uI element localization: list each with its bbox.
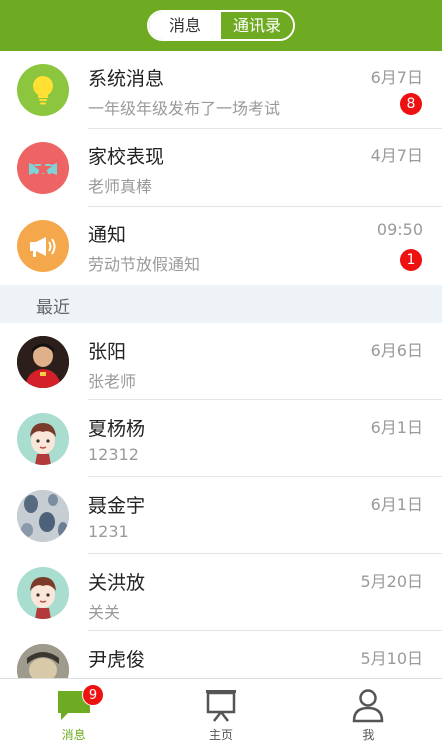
contact-name: 关洪放	[88, 572, 146, 594]
contact-name: 尹虎俊	[88, 649, 146, 671]
list-item-contact[interactable]: 夏杨杨 12312 6月1日	[0, 400, 442, 477]
lightbulb-icon	[17, 64, 69, 116]
pattern-avatar	[17, 490, 69, 542]
bottom-tab-bar: 9 消息 主页 我	[0, 678, 442, 751]
presentation-board-icon	[201, 687, 241, 723]
contact-time: 6月6日	[370, 341, 423, 360]
item-title: 家校表现	[88, 146, 165, 168]
contact-preview: 1231	[88, 522, 129, 541]
tab-home-nav[interactable]: 主页	[147, 679, 294, 751]
list-item-system-messages[interactable]: 系统消息 一年级年级发布了一场考试 6月7日 8	[0, 51, 442, 129]
item-time: 6月7日	[370, 68, 423, 87]
unread-badge: 1	[400, 249, 422, 271]
item-title: 系统消息	[88, 68, 165, 90]
section-label: 最近	[36, 298, 70, 318]
cartoon-boy-avatar	[17, 567, 69, 619]
contact-preview: 关关	[88, 603, 121, 622]
item-preview: 老师真棒	[88, 177, 153, 196]
conversation-list: 系统消息 一年级年级发布了一场考试 6月7日 8 家校表现 老师真棒 4月7日	[0, 51, 442, 678]
item-preview: 劳动节放假通知	[88, 255, 201, 274]
item-preview: 一年级年级发布了一场考试	[88, 99, 281, 118]
contact-time: 6月1日	[370, 418, 423, 437]
item-title: 通知	[88, 224, 127, 246]
photo-avatar	[17, 644, 69, 678]
tab-label: 主页	[208, 728, 233, 742]
tab-unread-badge: 9	[82, 684, 104, 706]
contact-name: 夏杨杨	[88, 418, 146, 440]
tab-contacts[interactable]: 通讯录	[221, 12, 293, 39]
photo-avatar	[17, 336, 69, 388]
section-header-recent: 最近	[0, 285, 442, 323]
contact-preview: 12312	[88, 445, 139, 464]
segment-control: 消息 通讯录	[147, 10, 295, 41]
tab-messages[interactable]: 消息	[149, 12, 221, 39]
list-item-notice[interactable]: 通知 劳动节放假通知 09:50 1	[0, 207, 442, 285]
contact-preview: 张老师	[88, 372, 137, 391]
person-icon	[348, 687, 388, 723]
top-bar: 消息 通讯录	[0, 0, 442, 51]
unread-badge: 8	[400, 93, 422, 115]
contact-time: 6月1日	[370, 495, 423, 514]
tab-label: 我	[362, 728, 375, 742]
megaphone-icon	[17, 220, 69, 272]
list-item-contact[interactable]: 尹虎俊 5月10日	[0, 631, 442, 678]
item-time: 4月7日	[370, 146, 423, 165]
list-item-contact[interactable]: 关洪放 关关 5月20日	[0, 554, 442, 631]
contact-name: 聂金宇	[88, 495, 146, 517]
tab-messages-nav[interactable]: 9 消息	[0, 679, 147, 751]
tab-label: 消息	[61, 728, 86, 742]
contact-time: 5月10日	[360, 649, 423, 668]
contact-time: 5月20日	[360, 572, 423, 591]
star-ribbon-icon	[17, 142, 69, 194]
cartoon-boy-avatar	[17, 413, 69, 465]
list-item-contact[interactable]: 聂金宇 1231 6月1日	[0, 477, 442, 554]
list-item-performance[interactable]: 家校表现 老师真棒 4月7日	[0, 129, 442, 207]
tab-me-nav[interactable]: 我	[295, 679, 442, 751]
contact-name: 张阳	[88, 341, 127, 363]
item-time: 09:50	[376, 220, 423, 239]
list-item-contact[interactable]: 张阳 张老师 6月6日	[0, 323, 442, 400]
